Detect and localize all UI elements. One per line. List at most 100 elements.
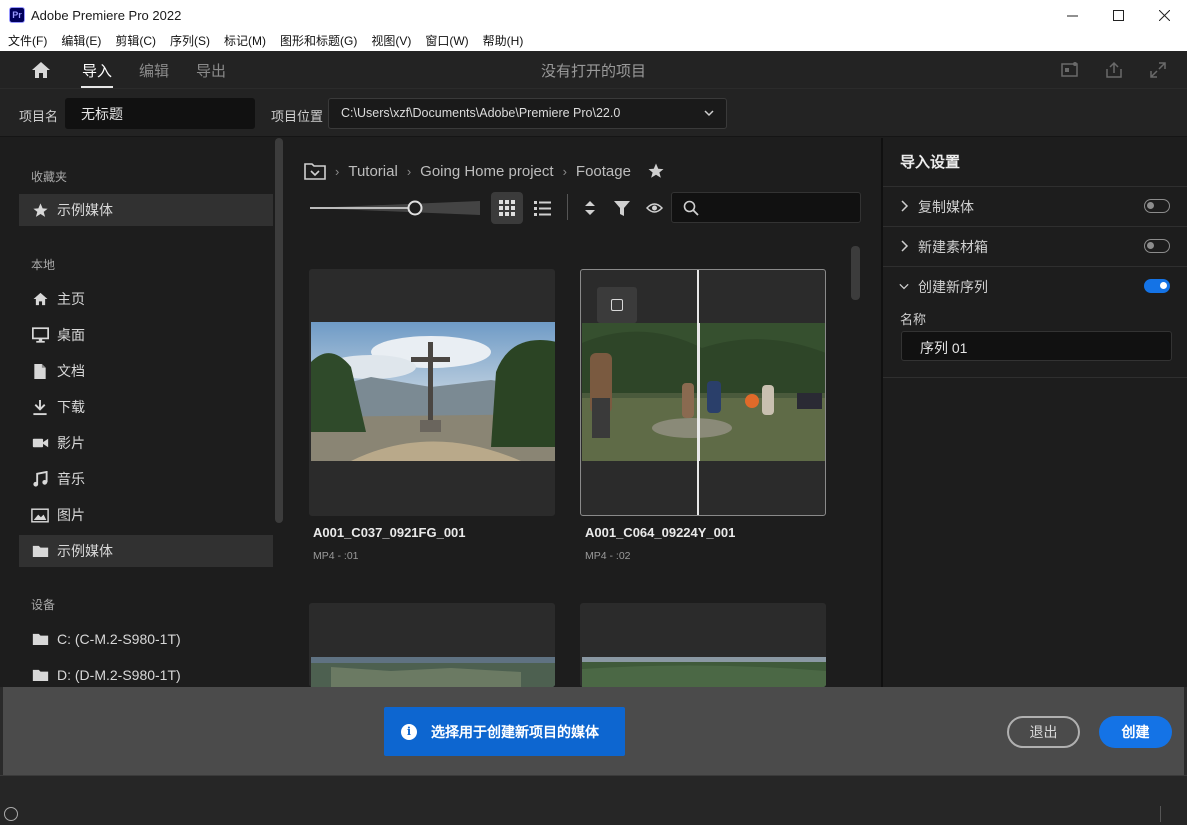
sidebar-item-home[interactable]: 主页 <box>19 283 273 315</box>
breadcrumb-item-project[interactable]: Going Home project <box>420 163 553 180</box>
project-location-label: 项目位置 <box>271 109 324 124</box>
chevron-down-icon <box>899 283 909 290</box>
folder-icon <box>31 666 49 684</box>
sort-button[interactable] <box>574 192 606 224</box>
sidebar-item-drive-c[interactable]: C: (C-M.2-S980-1T) <box>19 623 273 655</box>
new-bin-toggle[interactable] <box>1144 239 1170 253</box>
star-icon <box>31 201 49 219</box>
minimize-button[interactable] <box>1049 0 1095 30</box>
eye-icon <box>645 203 663 213</box>
sidebar-item-favorite-sample-media[interactable]: 示例媒体 <box>19 194 273 226</box>
sidebar-item-pictures[interactable]: 图片 <box>19 499 273 531</box>
breadcrumb-item-tutorial[interactable]: Tutorial <box>348 163 397 180</box>
clip-name: A001_C064_09224Y_001 <box>585 525 736 540</box>
info-toast: i 选择用于创建新项目的媒体 <box>384 707 625 756</box>
window-controls <box>1049 0 1187 30</box>
grid-view-button[interactable] <box>491 192 523 224</box>
info-icon: i <box>401 723 417 740</box>
share-button[interactable] <box>1104 60 1124 80</box>
sidebar-item-sample-media[interactable]: 示例媒体 <box>19 535 273 567</box>
new-bin-label: 新建素材箱 <box>918 239 988 255</box>
menu-sequence[interactable]: 序列(S) <box>170 32 210 49</box>
menu-graphics[interactable]: 图形和标题(G) <box>280 32 357 49</box>
sidebar-scrollbar[interactable] <box>275 138 283 523</box>
footer-bar: i 选择用于创建新项目的媒体 退出 创建 <box>0 687 1187 775</box>
create-sequence-row[interactable]: 创建新序列 <box>883 266 1187 306</box>
copy-media-label: 复制媒体 <box>918 199 974 215</box>
clip-card-3[interactable] <box>309 603 555 687</box>
menu-edit[interactable]: 编辑(E) <box>61 32 101 49</box>
download-icon <box>31 398 49 416</box>
sequence-name-input[interactable]: 序列 01 <box>901 331 1172 361</box>
menu-bar: 文件(F) 编辑(E) 剪辑(C) 序列(S) 标记(M) 图形和标题(G) 视… <box>0 30 1187 51</box>
folder-icon <box>31 542 49 560</box>
sidebar-item-downloads[interactable]: 下载 <box>19 391 273 423</box>
desktop-icon <box>31 326 49 344</box>
browser-toolbar <box>284 190 880 224</box>
clip-meta: MP4 - :02 <box>585 550 631 562</box>
favorite-star-icon[interactable] <box>647 162 665 180</box>
window-titlebar: Pr Adobe Premiere Pro 2022 <box>0 0 1187 30</box>
project-location-dropdown[interactable]: C:\Users\xzf\Documents\Adobe\Premiere Pr… <box>328 98 727 129</box>
menu-clip[interactable]: 剪辑(C) <box>115 32 156 49</box>
menu-markers[interactable]: 标记(M) <box>224 32 266 49</box>
copy-media-toggle[interactable] <box>1144 199 1170 213</box>
project-name-input[interactable]: 无标题 <box>65 98 255 129</box>
fullscreen-button[interactable] <box>1148 60 1168 80</box>
sequence-name-label: 名称 <box>900 312 927 327</box>
menu-window[interactable]: 窗口(W) <box>425 32 468 49</box>
menu-help[interactable]: 帮助(H) <box>483 32 524 49</box>
grid-icon <box>499 200 515 216</box>
image-icon <box>31 506 49 524</box>
checkbox-icon <box>611 299 623 311</box>
exit-button[interactable]: 退出 <box>1007 716 1080 748</box>
thumbnail-size-slider[interactable] <box>310 200 480 216</box>
filter-icon <box>614 200 630 216</box>
sidebar-item-label: 文档 <box>57 363 85 379</box>
video-icon <box>31 434 49 452</box>
maximize-button[interactable] <box>1095 0 1141 30</box>
sidebar-item-documents[interactable]: 文档 <box>19 355 273 387</box>
expand-icon <box>1150 62 1166 78</box>
workspace-button[interactable] <box>1060 60 1080 80</box>
clip-card-4[interactable] <box>580 603 826 687</box>
copy-media-row[interactable]: 复制媒体 <box>883 186 1187 226</box>
breadcrumb-item-footage[interactable]: Footage <box>576 163 631 180</box>
new-bin-row[interactable]: 新建素材箱 <box>883 226 1187 266</box>
location-sidebar: 收藏夹 示例媒体 本地 主页 桌面 文档 下载 影片 音乐 图片 示例媒体 设备… <box>0 138 284 687</box>
clip-select-checkbox[interactable] <box>597 287 637 323</box>
list-icon <box>533 200 551 216</box>
create-button[interactable]: 创建 <box>1099 716 1172 748</box>
folder-dropdown-icon[interactable] <box>304 162 326 180</box>
import-settings-panel: 导入设置 复制媒体 新建素材箱 创建新序列 名称 序列 01 <box>881 138 1187 687</box>
search-icon <box>683 200 699 216</box>
close-button[interactable] <box>1141 0 1187 30</box>
clip-thumbnail-aerial-1 <box>311 657 555 687</box>
share-icon <box>1106 61 1122 78</box>
clip-card-1[interactable] <box>309 269 555 516</box>
visibility-button[interactable] <box>638 192 670 224</box>
browser-scrollbar[interactable] <box>851 246 860 300</box>
no-project-label: 没有打开的项目 <box>540 63 646 80</box>
chevron-right-icon: › <box>335 163 340 179</box>
sidebar-item-music[interactable]: 音乐 <box>19 463 273 495</box>
sidebar-item-desktop[interactable]: 桌面 <box>19 319 273 351</box>
clip-thumbnail-aerial-2 <box>582 657 826 687</box>
scrub-playhead[interactable] <box>697 270 699 515</box>
filter-button[interactable] <box>606 192 638 224</box>
toolbar-divider <box>567 194 568 220</box>
clip-name: A001_C037_0921FG_001 <box>313 525 466 540</box>
status-grip <box>1160 806 1180 822</box>
list-view-button[interactable] <box>526 192 558 224</box>
clip-card-2[interactable] <box>580 269 826 516</box>
create-sequence-toggle[interactable] <box>1144 279 1170 293</box>
search-input[interactable] <box>671 192 861 223</box>
menu-file[interactable]: 文件(F) <box>8 32 47 49</box>
sidebar-item-label: C: (C-M.2-S980-1T) <box>57 631 181 647</box>
sidebar-item-movies[interactable]: 影片 <box>19 427 273 459</box>
active-tab-indicator <box>81 86 113 88</box>
local-section-title: 本地 <box>31 258 56 272</box>
menu-view[interactable]: 视图(V) <box>371 32 411 49</box>
clip-thumbnail-cross <box>311 322 555 461</box>
creative-cloud-icon[interactable] <box>4 807 18 821</box>
